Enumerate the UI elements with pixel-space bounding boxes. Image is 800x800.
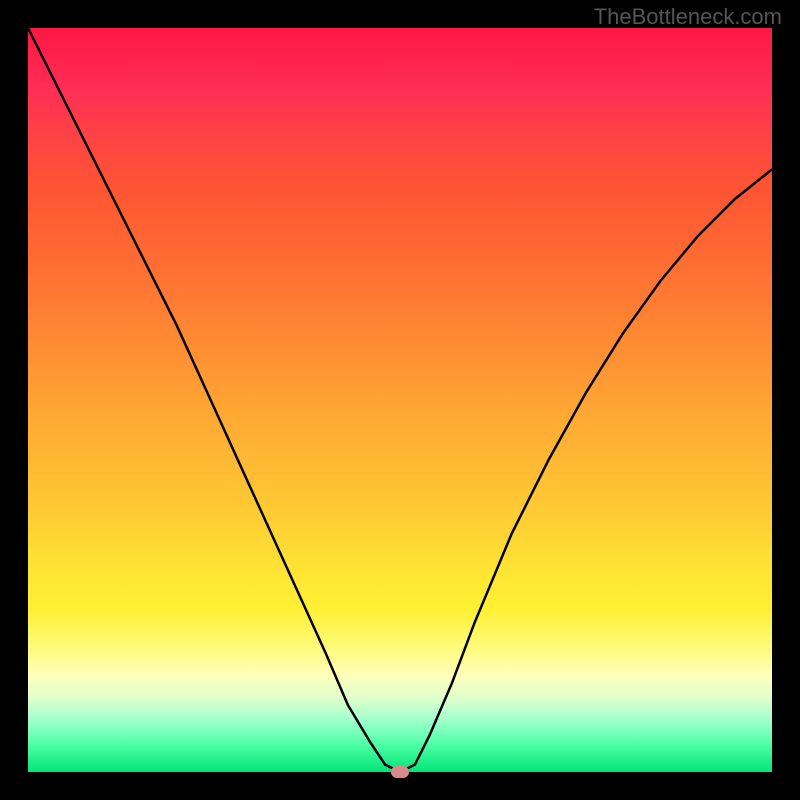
watermark-label: TheBottleneck.com: [594, 4, 782, 30]
chart-container: TheBottleneck.com: [0, 0, 800, 800]
bottleneck-curve: [28, 28, 772, 772]
plot-area: [28, 28, 772, 772]
optimum-marker: [391, 766, 409, 778]
